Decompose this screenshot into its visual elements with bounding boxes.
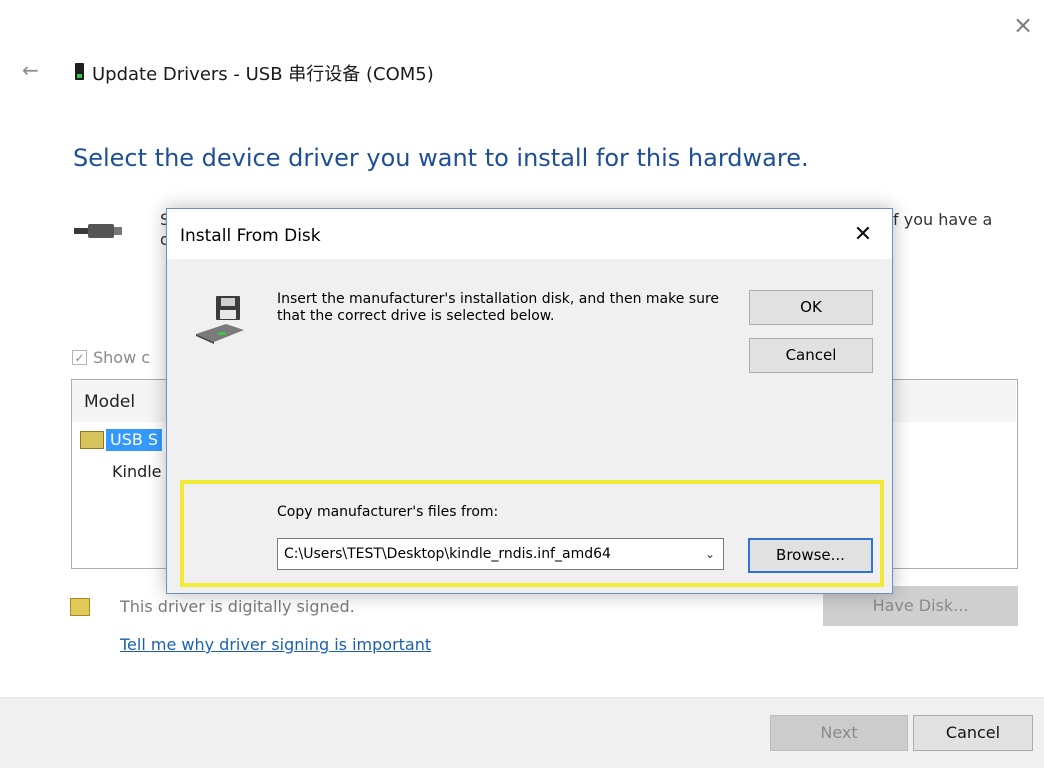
dialog-cancel-button[interactable]: Cancel [749,338,873,373]
description-fragment-right: f you have a [893,210,993,229]
cancel-button[interactable]: Cancel [913,715,1033,751]
driver-icon [80,431,104,449]
chevron-down-icon[interactable]: ⌄ [701,539,719,569]
list-item[interactable]: Kindle [112,462,162,481]
browse-button[interactable]: Browse... [748,538,873,573]
window-title: Update Drivers - USB 串行设备 (COM5) [92,64,434,85]
usb-device-icon [75,63,84,80]
next-button[interactable]: Next [770,715,908,751]
window-close-button[interactable]: × [1010,12,1036,38]
model-column-header[interactable]: Model [84,392,135,412]
floppy-disk-icon [196,296,244,344]
copy-files-label: Copy manufacturer's files from: [277,504,499,520]
dialog-title: Install From Disk [180,226,321,246]
list-item-label: USB S [106,429,163,451]
driver-signing-link[interactable]: Tell me why driver signing is important [120,635,431,654]
show-compatible-checkbox[interactable]: ✓ Show c [72,348,150,367]
ok-button[interactable]: OK [749,290,873,325]
checkmark-icon: ✓ [72,350,87,365]
path-value: C:\Users\TEST\Desktop\kindle_rndis.inf_a… [284,546,611,562]
signed-status-text: This driver is digitally signed. [120,597,355,616]
back-arrow-icon[interactable]: ← [22,58,39,82]
show-compatible-label: Show c [93,348,151,367]
dialog-instructions: Insert the manufacturer's installation d… [277,291,720,324]
dialog-close-button[interactable]: ✕ [848,220,878,250]
usb-cable-icon [74,224,122,238]
list-item[interactable]: USB S [80,429,163,451]
page-heading: Select the device driver you want to ins… [73,144,809,172]
path-combobox[interactable]: C:\Users\TEST\Desktop\kindle_rndis.inf_a… [277,538,724,570]
signed-driver-icon [70,598,90,616]
